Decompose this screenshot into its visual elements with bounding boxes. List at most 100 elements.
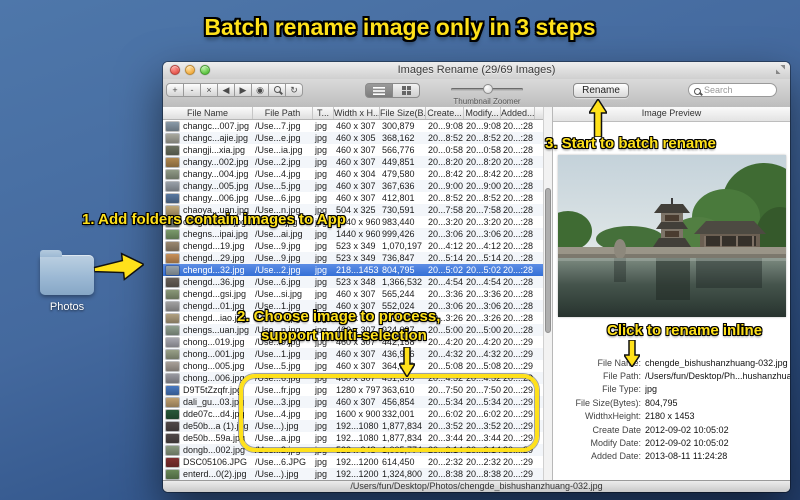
table-row[interactable]: DSC05106.JPG/Use...6.JPG jpg 192...1200 614… xyxy=(163,456,543,468)
cell-type: jpg xyxy=(315,241,328,251)
thumbnail-cell xyxy=(163,420,181,432)
delete-button[interactable]: × xyxy=(200,83,218,97)
table-row[interactable]: enterd...0(2).jpg/Use...).jpg jpg 192...12… xyxy=(163,468,543,480)
preview-button[interactable]: ◉ xyxy=(251,83,269,97)
cell-added: 20...:29 xyxy=(503,457,534,467)
cell-added: 20...:29 xyxy=(503,349,534,359)
cell-created: 20...4:32 xyxy=(428,349,464,359)
cell-name: enterd...0(2).jpg xyxy=(183,469,247,479)
view-toggle xyxy=(365,83,420,98)
column-header-6[interactable]: Create... xyxy=(426,107,464,119)
cell-modified: 20...2:32 xyxy=(466,457,501,467)
cell-size: 565,244 xyxy=(382,289,415,299)
table-row[interactable]: chengd...36.jpg/Use...6.jpg jpg 523 x 348 1… xyxy=(163,276,543,288)
search-icon xyxy=(273,86,281,93)
scrollbar-thumb[interactable] xyxy=(545,188,551,333)
status-path: /Users/fun/Desktop/Photos/chengde_bishus… xyxy=(350,481,603,491)
cell-name: chegns...ipai.jpg xyxy=(183,229,249,239)
field-value[interactable]: 2012-09-02 10:05:02 xyxy=(645,438,729,448)
table-row[interactable]: changc...007.jpg/Use...7.jpg jpg 460 x 307… xyxy=(163,120,543,132)
field-label: Create Date xyxy=(592,424,641,435)
cell-size: 412,801 xyxy=(382,193,415,203)
field-value[interactable]: 2012-09-02 10:05:02 xyxy=(645,425,729,435)
table-row[interactable]: chengd...19.jpg/Use...9.jpg jpg 523 x 349 1… xyxy=(163,240,543,252)
cell-size: 804,795 xyxy=(382,265,415,275)
cell-created: 20...3:20 xyxy=(428,217,464,227)
field-label: File Size(Bytes): xyxy=(575,397,641,408)
file-thumbnail xyxy=(165,313,179,323)
field-value[interactable]: chengde_bishushanzhuang-032.jpg xyxy=(645,358,788,368)
cell-dims: 460 x 307 xyxy=(336,121,376,131)
cell-created: 20...8:52 xyxy=(428,133,464,143)
field-value[interactable]: 804,795 xyxy=(645,398,678,408)
previous-button[interactable]: ◀ xyxy=(217,83,235,97)
column-header-8[interactable]: Added... xyxy=(501,107,535,119)
field-value[interactable]: 2013-08-11 11:24:28 xyxy=(645,451,727,461)
column-header-7[interactable]: Modify... xyxy=(464,107,501,119)
cell-modified: 20...5:14 xyxy=(466,253,501,263)
photos-folder[interactable]: Photos xyxy=(38,250,96,313)
cell-size: 730,591 xyxy=(382,205,415,215)
cell-added: 20...:29 xyxy=(503,361,534,371)
cell-type: jpg xyxy=(315,469,328,479)
grid-view-button[interactable] xyxy=(392,83,420,98)
cell-modified: 20...3:20 xyxy=(466,217,501,227)
table-row[interactable]: changy...002.jpg/Use...2.jpg jpg 460 x 307… xyxy=(163,156,543,168)
close-button[interactable] xyxy=(170,65,180,75)
table-row[interactable]: chengd...32.jpg/Use...2.jpg jpg 218...1453… xyxy=(163,264,543,276)
cell-size: 614,450 xyxy=(382,457,415,467)
annotation-step3: 3. Start to batch rename xyxy=(545,135,716,152)
next-button[interactable]: ▶ xyxy=(234,83,252,97)
column-header-4[interactable]: Width x H... xyxy=(334,107,380,119)
preview-photo xyxy=(558,155,786,317)
thumbnail-zoomer-slider[interactable] xyxy=(451,84,523,94)
list-view-button[interactable] xyxy=(365,83,393,98)
table-scrollbar[interactable] xyxy=(543,107,552,480)
cell-path: /Use...9.jpg xyxy=(255,253,301,263)
window-titlebar[interactable]: Images Rename (29/69 Images) xyxy=(163,62,790,80)
table-row[interactable]: chong...001.jpg/Use...1.jpg jpg 460 x 307 4… xyxy=(163,348,543,360)
file-thumbnail xyxy=(165,121,179,131)
column-header-3[interactable]: T... xyxy=(313,107,334,119)
field-value[interactable]: jpg xyxy=(645,384,657,394)
grid-view-icon xyxy=(401,86,411,95)
minimize-button[interactable] xyxy=(185,65,195,75)
cell-added: 20...:28 xyxy=(503,265,534,275)
refresh-button[interactable]: ↻ xyxy=(285,83,303,97)
cell-created: 20...9:08 xyxy=(428,121,464,131)
table-row[interactable]: chengd...gsi.jpg/Use...si.jpg jpg 460 x 30… xyxy=(163,288,543,300)
zoom-button[interactable] xyxy=(200,65,210,75)
file-thumbnail xyxy=(165,289,179,299)
table-row[interactable]: changji...xia.jpg/Use...ia.jpg jpg 460 x 3… xyxy=(163,144,543,156)
cell-dims: 460 x 305 xyxy=(336,133,376,143)
annotation-step1: 1. Add folders contain images to App xyxy=(82,211,346,228)
column-header-1[interactable]: File Name xyxy=(163,107,253,119)
field-value[interactable]: 2180 x 1453 xyxy=(645,411,695,421)
add-button[interactable]: + xyxy=(166,83,184,97)
table-row[interactable]: changy...004.jpg/Use...4.jpg jpg 460 x 304… xyxy=(163,168,543,180)
table-row[interactable]: chengd...29.jpg/Use...9.jpg jpg 523 x 349 7… xyxy=(163,252,543,264)
slider-thumb[interactable] xyxy=(483,84,494,94)
cell-size: 449,851 xyxy=(382,157,415,167)
cell-added: 20...:28 xyxy=(503,133,534,143)
table-row[interactable]: changy...005.jpg/Use...5.jpg jpg 460 x 307… xyxy=(163,180,543,192)
thumbnail-cell xyxy=(163,156,181,168)
cell-name: changy...006.jpg xyxy=(183,193,249,203)
table-row[interactable]: changy...006.jpg/Use...6.jpg jpg 460 x 307… xyxy=(163,192,543,204)
table-row[interactable]: changc...ajie.jpg/Use...e.jpg jpg 460 x 30… xyxy=(163,132,543,144)
column-header-5[interactable]: File Size(B... xyxy=(380,107,426,119)
fullscreen-icon[interactable] xyxy=(776,65,785,74)
rename-button[interactable]: Rename xyxy=(573,83,629,98)
table-row[interactable]: chegns...ipai.jpg/Use...ai.jpg jpg 1440 x … xyxy=(163,228,543,240)
remove-button[interactable]: - xyxy=(183,83,201,97)
table-row[interactable]: chong...005.jpg/Use...5.jpg jpg 460 x 307 3… xyxy=(163,360,543,372)
cell-dims: 523 x 348 xyxy=(336,277,376,287)
annotation-rename-inline: Click to rename inline xyxy=(607,322,763,339)
search-input[interactable]: Search xyxy=(688,83,777,97)
preview-field: Modify Date: 2012-09-02 10:05:02 xyxy=(553,436,790,449)
preview-field: Create Date 2012-09-02 10:05:02 xyxy=(553,423,790,436)
column-header-2[interactable]: File Path xyxy=(253,107,313,119)
field-value[interactable]: /Users/fun/Desktop/Ph...hushanzhuang-032… xyxy=(645,371,790,381)
cell-dims: 460 x 307 xyxy=(336,289,376,299)
search-button[interactable] xyxy=(268,83,286,97)
